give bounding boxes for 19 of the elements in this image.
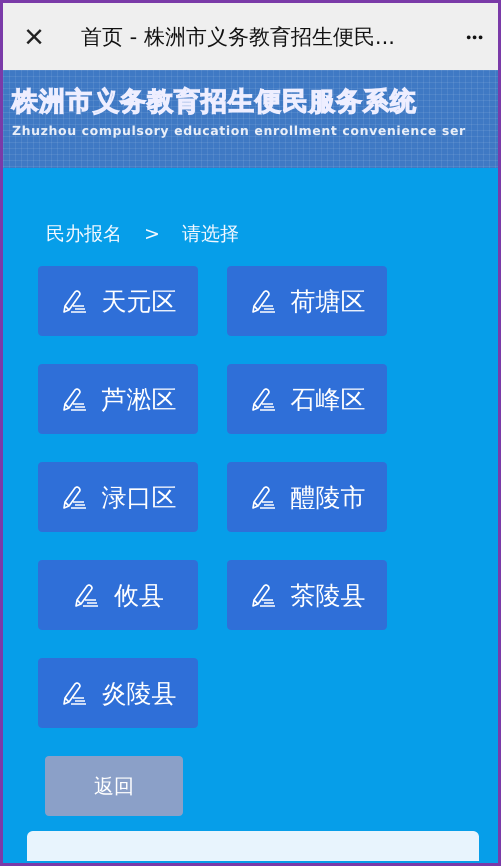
district-button[interactable]: 醴陵市 xyxy=(227,462,387,532)
banner-title: 株洲市义务教育招生便民服务系统 xyxy=(12,86,417,119)
breadcrumb-item: 请选择 xyxy=(182,222,239,247)
pencil-icon xyxy=(72,581,100,609)
more-button[interactable]: ••• xyxy=(466,28,484,44)
district-button[interactable]: 荷塘区 xyxy=(227,266,387,336)
district-button[interactable]: 芦淞区 xyxy=(38,364,198,434)
page-title: 首页 - 株洲市义务教育招生便民... xyxy=(81,24,396,50)
district-button[interactable]: 攸县 xyxy=(38,560,198,630)
district-button[interactable]: 茶陵县 xyxy=(227,560,387,630)
breadcrumb-separator: > xyxy=(144,223,160,245)
close-button[interactable]: × xyxy=(19,20,49,54)
district-button[interactable]: 炎陵县 xyxy=(38,658,198,728)
banner-subtitle: Zhuzhou compulsory education enrollment convenience ser xyxy=(12,123,466,138)
district-button[interactable]: 石峰区 xyxy=(227,364,387,434)
district-button[interactable]: 天元区 xyxy=(38,266,198,336)
district-button[interactable]: 渌口区 xyxy=(38,462,198,532)
back-button[interactable]: 返回 xyxy=(45,756,183,816)
breadcrumb-item[interactable]: 民办报名 xyxy=(46,221,122,247)
